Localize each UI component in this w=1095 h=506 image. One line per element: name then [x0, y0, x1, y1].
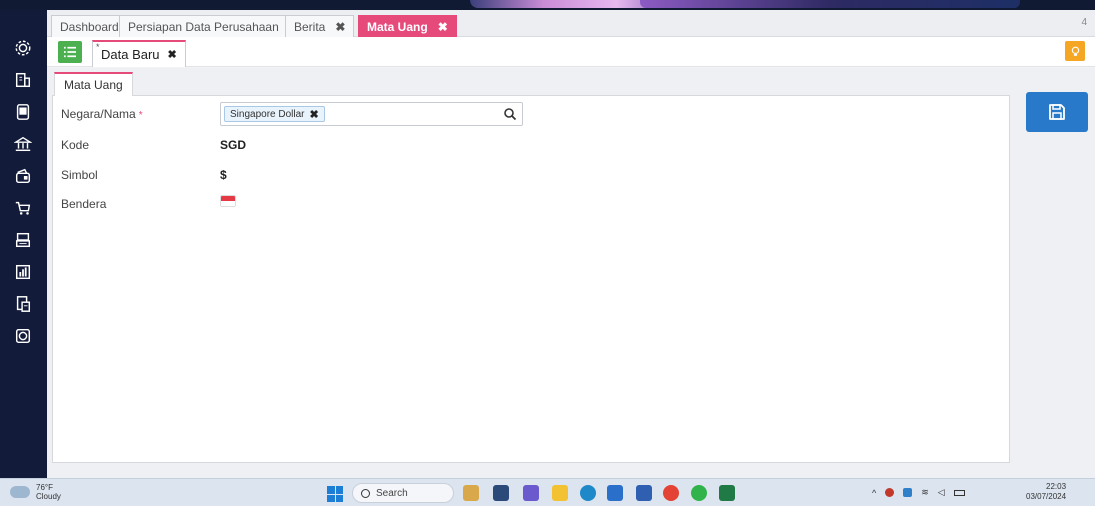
- weather-desc: Cloudy: [36, 492, 61, 501]
- flag-icon: [220, 195, 236, 207]
- cashier-icon[interactable]: [13, 230, 33, 250]
- weather-temp: 76°F: [36, 483, 53, 492]
- search-label: Search: [376, 487, 408, 499]
- whatsapp-icon[interactable]: [691, 485, 707, 501]
- wallet-icon[interactable]: [13, 166, 33, 186]
- weather-widget[interactable]: 76°F Cloudy: [10, 483, 61, 501]
- store-icon[interactable]: [607, 485, 623, 501]
- field-row-simbol: Simbol $: [53, 163, 1009, 187]
- search-icon[interactable]: [503, 107, 517, 121]
- form-tab-label: Mata Uang: [64, 78, 123, 92]
- windows-start-icon[interactable]: [327, 486, 343, 502]
- chevron-up-icon[interactable]: ^: [872, 488, 876, 498]
- sub-tab-bar: * Data Baru ✖: [47, 37, 1095, 67]
- field-label: Simbol: [61, 168, 98, 182]
- tablet-icon[interactable]: [13, 102, 33, 122]
- report-chart-icon[interactable]: [13, 262, 33, 282]
- bank-icon[interactable]: [13, 134, 33, 154]
- document-icon[interactable]: [13, 294, 33, 314]
- clock-time: 22:03: [1046, 482, 1067, 491]
- tab-count: 4: [1081, 17, 1087, 28]
- cloud-icon: [10, 486, 30, 498]
- tab-persiapan-data-perusahaan[interactable]: Persiapan Data Perusahaan: [119, 15, 288, 37]
- tray-app-icon[interactable]: [885, 488, 895, 497]
- required-marker: *: [138, 110, 143, 121]
- wifi-icon[interactable]: ≋: [921, 487, 929, 498]
- app-icon[interactable]: [636, 485, 652, 501]
- field-label: Bendera: [61, 197, 107, 211]
- system-tray: ^ ≋ ◁: [872, 487, 965, 498]
- close-icon[interactable]: ✖: [168, 48, 177, 61]
- sidebar: [0, 10, 47, 478]
- field-label: Negara/Nama *: [61, 107, 143, 121]
- wallpaper-blob: [640, 0, 1020, 8]
- list-menu-button[interactable]: [58, 41, 82, 63]
- building-icon[interactable]: [13, 70, 33, 90]
- subtab-data-baru[interactable]: * Data Baru ✖: [92, 40, 186, 67]
- save-button[interactable]: [1026, 92, 1088, 132]
- tab-label: Berita: [294, 19, 326, 34]
- window-top-strip: [0, 0, 1095, 10]
- tab-label: Mata Uang: [367, 19, 428, 34]
- file-explorer-icon[interactable]: [552, 485, 568, 501]
- selected-currency-chip: Singapore Dollar ✖: [224, 106, 325, 122]
- tips-button[interactable]: [1065, 41, 1085, 61]
- widgets-app-icon[interactable]: [463, 485, 479, 501]
- clock[interactable]: 22:03 03/07/2024: [1026, 482, 1066, 502]
- tab-label: Persiapan Data Perusahaan: [128, 19, 279, 34]
- remove-chip-icon[interactable]: ✖: [310, 108, 319, 121]
- field-row-kode: Kode SGD: [53, 133, 1009, 157]
- edge-browser-icon[interactable]: [580, 485, 596, 501]
- chip-label: Singapore Dollar: [230, 108, 305, 120]
- list-icon: [64, 46, 76, 58]
- windows-taskbar: 76°F Cloudy Search ^ ≋ ◁ 22:03 03/07/202…: [0, 478, 1095, 506]
- currency-select-input[interactable]: Singapore Dollar ✖: [220, 102, 523, 126]
- chrome-icon[interactable]: [663, 485, 679, 501]
- volume-icon[interactable]: ◁: [938, 487, 945, 498]
- teams-icon[interactable]: [523, 485, 539, 501]
- field-value-kode: SGD: [220, 138, 247, 152]
- tab-dashboard[interactable]: Dashboard: [51, 15, 128, 37]
- subtab-label: Data Baru: [101, 47, 160, 62]
- field-value-simbol: $: [220, 168, 227, 182]
- form-panel: Negara/Nama * Singapore Dollar ✖ Kode SGD…: [52, 95, 1010, 463]
- cart-icon[interactable]: [13, 198, 33, 218]
- excel-icon[interactable]: [719, 485, 735, 501]
- close-icon[interactable]: ✖: [335, 20, 345, 34]
- tab-label: Dashboard: [60, 19, 119, 34]
- taskbar-search[interactable]: Search: [352, 483, 454, 503]
- tab-bar: Dashboard Persiapan Data Perusahaan Beri…: [47, 10, 1095, 37]
- lightbulb-icon: [1071, 46, 1079, 56]
- field-label: Kode: [61, 138, 90, 152]
- tab-berita[interactable]: Berita ✖: [285, 15, 355, 37]
- floppy-disk-icon: [1049, 104, 1065, 120]
- settings-gear-icon[interactable]: [13, 38, 33, 58]
- form-tab-mata-uang[interactable]: Mata Uang: [54, 72, 133, 96]
- field-row-bendera: Bendera: [53, 192, 1009, 216]
- coin-settings-icon[interactable]: [13, 326, 33, 346]
- field-row-negara: Negara/Nama * Singapore Dollar ✖: [53, 102, 1009, 126]
- search-icon: [361, 488, 370, 498]
- tab-mata-uang[interactable]: Mata Uang ✖: [358, 15, 457, 37]
- close-icon[interactable]: ✖: [438, 20, 448, 34]
- clock-date: 03/07/2024: [1026, 492, 1067, 501]
- tray-app-icon[interactable]: [903, 488, 913, 497]
- battery-icon[interactable]: [953, 489, 965, 496]
- task-view-icon[interactable]: [493, 485, 509, 501]
- content-area: Mata Uang Negara/Nama * Singapore Dollar …: [47, 68, 1095, 478]
- modified-marker: *: [96, 42, 100, 52]
